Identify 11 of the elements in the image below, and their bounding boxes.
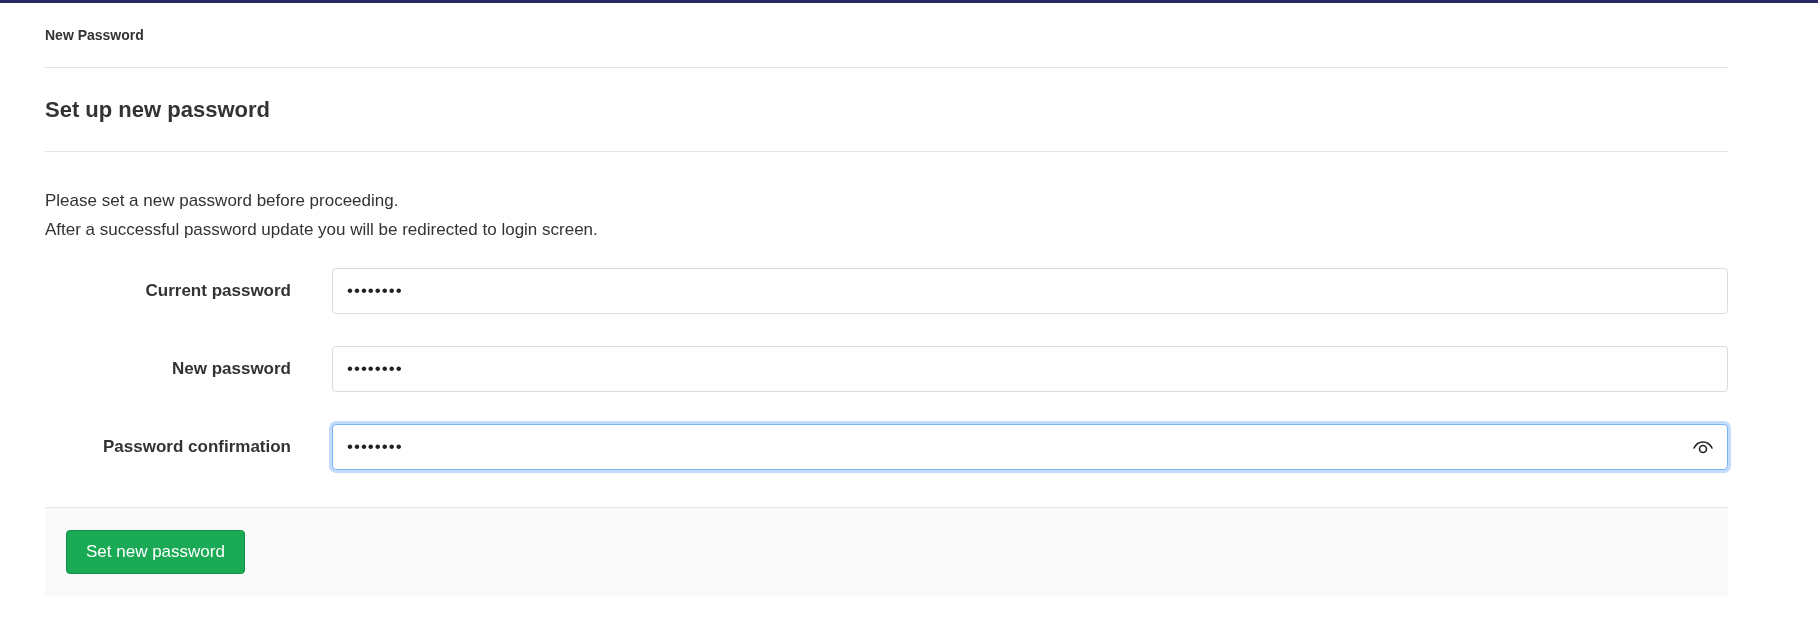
instruction-text: Please set a new password before proceeding. <box>45 190 400 212</box>
password-field[interactable]: •••••••• <box>332 346 1728 392</box>
field-label: Current password <box>145 280 291 303</box>
section-heading: Set up new password <box>45 96 270 124</box>
password-field[interactable]: •••••••• <box>332 424 1728 470</box>
instruction-text: After a successful password update you will be redirected to login screen. <box>45 219 599 241</box>
field-label: Password confirmation <box>103 436 291 459</box>
field-label: New password <box>171 358 291 381</box>
page-title: New Password <box>45 25 144 45</box>
eye-icon[interactable] <box>1692 439 1714 455</box>
password-field[interactable]: •••••••• <box>332 268 1728 314</box>
